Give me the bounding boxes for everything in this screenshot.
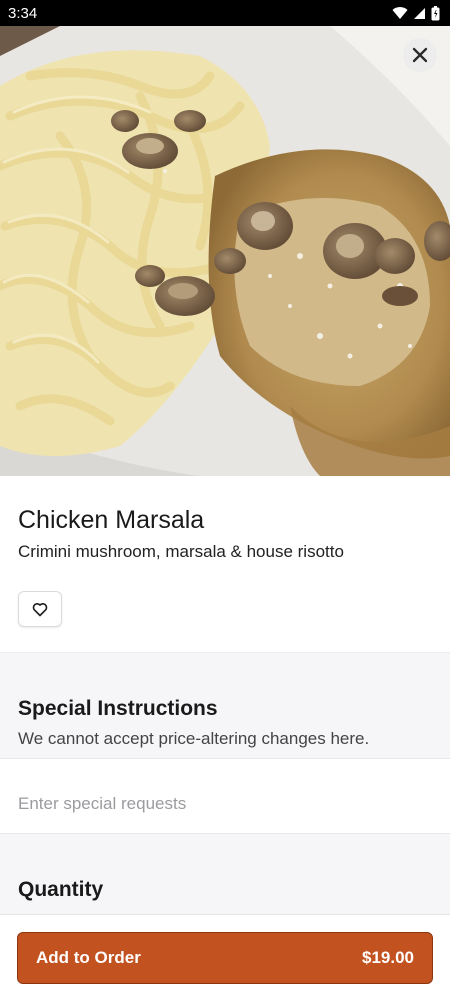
signal-icon [414,7,425,19]
bottom-bar: Add to Order $19.00 [0,914,450,1000]
item-info: Chicken Marsala Crimini mushroom, marsal… [0,476,450,652]
status-icons [392,5,440,21]
dish-photo [0,26,450,476]
battery-icon [431,5,440,20]
special-requests-input[interactable] [0,758,450,834]
item-description: Crimini mushroom, marsala & house risott… [18,542,344,561]
heart-icon [32,602,48,616]
add-to-order-label: Add to Order [36,948,141,967]
order-price: $19.00 [362,948,414,967]
special-instructions-title: Special Instructions [18,697,218,720]
close-icon [412,47,428,63]
status-time: 3:34 [8,4,38,22]
special-instructions-subtitle: We cannot accept price-altering changes … [18,729,370,748]
add-to-order-button[interactable]: Add to Order $19.00 [17,932,433,984]
close-button[interactable] [403,38,437,72]
quantity-section: Quantity [0,834,450,914]
item-title: Chicken Marsala [18,506,205,534]
favorite-button[interactable] [18,591,62,627]
quantity-title: Quantity [18,878,104,901]
status-bar: 3:34 [0,0,450,26]
chicken-marsala-image [0,26,450,476]
wifi-icon [392,7,408,20]
special-instructions-section: Special Instructions We cannot accept pr… [0,652,450,758]
